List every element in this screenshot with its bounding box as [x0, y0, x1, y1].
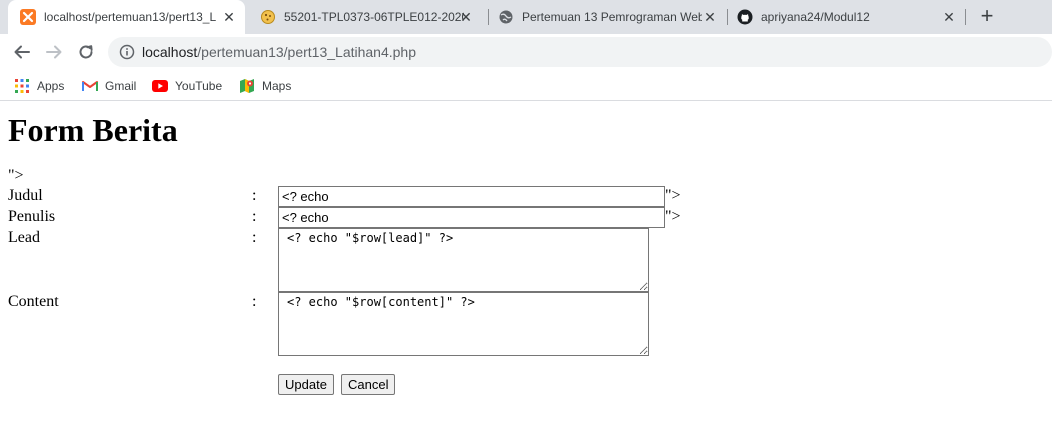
page-title: Form Berita: [8, 112, 178, 148]
tab-title: Pertemuan 13 Pemrograman Web: [522, 10, 702, 24]
bookmarks-bar: Apps Gmail YouTube Maps: [0, 70, 1052, 101]
url-host: localhost: [142, 44, 198, 60]
bookmark-apps[interactable]: Apps: [14, 75, 64, 97]
update-button[interactable]: Update: [278, 374, 334, 395]
content-textarea[interactable]: <? echo "$row[content]" ?>: [278, 292, 649, 356]
tab-separator: [965, 9, 966, 25]
apps-grid-icon: [14, 78, 30, 94]
url-text: localhost/pertemuan13/pert13_Latihan4.ph…: [142, 44, 416, 60]
penulis-input[interactable]: [278, 207, 665, 228]
stray-text: ">: [8, 167, 24, 184]
tab-strip: localhost/pertemuan13/pert13_L ✕ 55201-T…: [0, 0, 1052, 34]
address-bar[interactable]: localhost/pertemuan13/pert13_Latihan4.ph…: [108, 37, 1052, 67]
cookie-icon: [260, 9, 276, 25]
tab-separator: [488, 9, 489, 25]
judul-input[interactable]: [278, 186, 665, 207]
close-icon[interactable]: ✕: [702, 9, 718, 25]
penulis-suffix: ">: [665, 208, 681, 225]
bookmark-label: Maps: [262, 79, 292, 93]
penulis-label: Penulis: [8, 208, 56, 225]
url-path: /pertemuan13/pert13_Latihan4.php: [197, 44, 416, 60]
lead-label: Lead: [8, 229, 40, 246]
tab-pertemuan[interactable]: Pertemuan 13 Pemrograman Web ✕: [490, 0, 726, 34]
judul-colon: :: [252, 187, 257, 204]
page-content: Form Berita "> Judul : "> Penulis : "> L…: [0, 102, 1052, 421]
globe-icon: [498, 9, 514, 25]
tab-title: apriyana24/Modul12: [761, 10, 870, 24]
tab-github[interactable]: apriyana24/Modul12 ✕: [729, 0, 965, 34]
bookmark-label: Apps: [37, 79, 65, 93]
penulis-colon: :: [252, 208, 257, 225]
tab-localhost[interactable]: localhost/pertemuan13/pert13_L ✕: [8, 0, 245, 34]
lead-textarea[interactable]: <? echo "$row[lead]" ?>: [278, 228, 649, 292]
new-tab-button[interactable]: +: [976, 5, 998, 28]
reload-icon: [79, 45, 93, 59]
reload-button[interactable]: [74, 40, 98, 64]
forward-button[interactable]: [42, 40, 66, 64]
bookmark-gmail[interactable]: Gmail: [82, 75, 136, 97]
content-colon: :: [252, 293, 257, 310]
judul-suffix: ">: [665, 187, 681, 204]
judul-label: Judul: [8, 187, 43, 204]
tab-course[interactable]: 55201-TPL0373-06TPLE012-2020 ✕: [250, 0, 482, 34]
tab-title: localhost/pertemuan13/pert13_L: [44, 10, 217, 24]
bookmark-label: YouTube: [175, 79, 223, 93]
bookmark-maps[interactable]: Maps: [239, 75, 291, 97]
gmail-icon: [82, 78, 98, 94]
tab-title: 55201-TPL0373-06TPLE012-2020: [284, 10, 464, 24]
close-icon[interactable]: ✕: [941, 9, 957, 25]
content-label: Content: [8, 293, 59, 310]
arrow-left-icon: [14, 45, 30, 59]
tab-separator: [727, 9, 728, 25]
bookmark-youtube[interactable]: YouTube: [152, 75, 222, 97]
browser-toolbar: localhost/pertemuan13/pert13_Latihan4.ph…: [0, 34, 1052, 70]
lead-colon: :: [252, 229, 257, 246]
youtube-icon: [152, 78, 168, 94]
close-icon[interactable]: ✕: [458, 9, 474, 25]
xampp-icon: [20, 9, 36, 25]
back-button[interactable]: [10, 40, 34, 64]
arrow-right-icon: [46, 45, 62, 59]
github-icon: [737, 9, 753, 25]
info-icon[interactable]: [119, 44, 135, 60]
maps-icon: [239, 78, 255, 94]
close-icon[interactable]: ✕: [221, 9, 237, 25]
cancel-button[interactable]: Cancel: [341, 374, 396, 395]
bookmark-label: Gmail: [105, 79, 137, 93]
